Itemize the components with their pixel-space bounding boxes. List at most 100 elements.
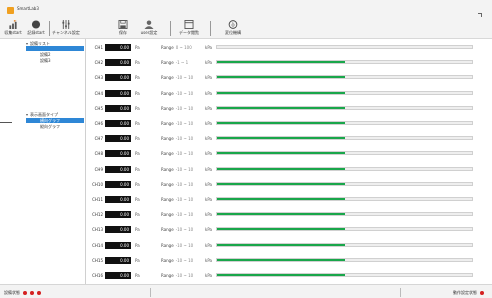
- tree-item-vertical-graph[interactable]: 縦向グラフ: [40, 124, 60, 130]
- channel-unit: Pa: [135, 60, 140, 66]
- channel-row: CH10 0.00 Pa Range -10 ~ 10 kPa: [87, 178, 492, 194]
- channel-value-display: 0.00: [105, 272, 131, 279]
- collect-start-label: 収集start: [4, 30, 22, 35]
- range-unit: kPa: [205, 273, 212, 278]
- range-value: -10 ~ 10: [175, 227, 194, 233]
- channel-unit: Pa: [135, 151, 140, 157]
- channel-level-fill: [217, 213, 345, 216]
- channel-level-bar: [216, 90, 473, 95]
- channel-row: CH14 0.00 Pa Range -10 ~ 10 kPa: [87, 239, 492, 255]
- channel-name: CH12: [92, 212, 103, 218]
- range-unit: kPa: [205, 151, 212, 157]
- channel-list: CH1 0.00 Pa Range 0 ~ 100 kPa CH2 0.00 Pa Range -1…: [87, 39, 492, 284]
- range-value: -10 ~ 10: [175, 212, 194, 218]
- displacement-button[interactable]: ò 変位機構: [218, 18, 248, 39]
- channel-value: 0.00: [120, 257, 129, 263]
- range-unit: kPa: [205, 136, 212, 142]
- toolbar-separator: [210, 21, 211, 36]
- channel-level-fill: [217, 258, 345, 261]
- range-value: -10 ~ 10: [175, 257, 194, 263]
- tree-item-device3[interactable]: 設備3: [40, 58, 51, 64]
- channel-range: Range -10 ~ 10: [161, 243, 193, 248]
- channel-range: Range -10 ~ 10: [161, 167, 193, 172]
- range-label: Range: [161, 121, 174, 126]
- restore-window-icon[interactable]: [478, 13, 482, 17]
- range-value: -10 ~ 10: [175, 151, 194, 157]
- channel-name: CH13: [92, 227, 103, 233]
- sidebar: ▾ 設備リスト 設備2 設備3 ▾ 表示画面タイプ 横向グラフ 縦向グラフ: [0, 39, 86, 284]
- range-unit: kPa: [205, 242, 212, 248]
- channel-value-display: 0.00: [105, 74, 131, 82]
- tree-item-device1[interactable]: [26, 46, 84, 51]
- range-value: -10 ~ 10: [175, 136, 194, 142]
- channel-value-display: 0.00: [105, 104, 131, 112]
- range-unit: kPa: [205, 197, 212, 202]
- range-label: Range: [161, 60, 174, 66]
- channel-name: CH8: [94, 151, 103, 157]
- channel-level-fill: [217, 152, 345, 155]
- channel-range: Range -10 ~ 10: [161, 197, 193, 202]
- channel-range: Range -10 ~ 10: [161, 258, 193, 263]
- status-dot-icon: [30, 290, 34, 295]
- channel-row: CH6 0.00 Pa Range -10 ~ 10 kPa: [87, 117, 492, 133]
- data-view-button[interactable]: データ閲覧: [172, 18, 206, 39]
- channel-level-bar: [216, 273, 473, 277]
- range-value: -10 ~ 10: [175, 197, 194, 202]
- channel-level-bar: [216, 257, 473, 262]
- channel-range: Range 0 ~ 100: [161, 45, 192, 50]
- channel-range: Range -10 ~ 10: [161, 212, 193, 217]
- channel-row: CH12 0.00 Pa Range -10 ~ 10 kPa: [87, 208, 492, 224]
- range-label: Range: [161, 227, 174, 233]
- channel-unit: Pa: [135, 105, 140, 111]
- displacement-icon: ò: [228, 20, 238, 29]
- user-icon: [144, 20, 154, 29]
- range-value: -10 ~ 10: [175, 273, 194, 278]
- channel-value-display: 0.00: [105, 180, 131, 188]
- tree-item-horizontal-graph[interactable]: 横向グラフ: [26, 118, 84, 123]
- channel-value-display: 0.00: [105, 241, 131, 249]
- range-value: -1 ~ 1: [175, 60, 189, 66]
- channel-level-fill: [217, 198, 345, 200]
- channel-row: CH11 0.00 Pa Range -10 ~ 10 kPa: [87, 193, 492, 209]
- channel-row: CH1 0.00 Pa Range 0 ~ 100 kPa: [87, 41, 492, 57]
- channel-name: CH16: [92, 273, 103, 278]
- channel-row: CH16 0.00 Pa Range -10 ~ 10 kPa: [87, 269, 492, 285]
- range-unit: kPa: [205, 212, 212, 218]
- range-unit: kPa: [205, 166, 212, 172]
- channel-level-bar: [216, 181, 473, 186]
- channel-value: 0.00: [120, 197, 129, 202]
- range-label: Range: [161, 136, 174, 142]
- channel-name: CH15: [92, 257, 103, 263]
- channel-value: 0.00: [120, 136, 129, 142]
- channel-unit: Pa: [135, 257, 140, 263]
- record-start-button[interactable]: 記録start: [24, 18, 48, 39]
- save-button[interactable]: 保存: [112, 18, 134, 39]
- channel-level-fill: [217, 182, 345, 185]
- channel-value-display: 0.00: [105, 196, 131, 203]
- range-unit: kPa: [205, 60, 212, 66]
- user-settings-button[interactable]: user設定: [134, 18, 164, 39]
- range-label: Range: [161, 105, 174, 111]
- channel-level-fill: [217, 274, 345, 276]
- channel-value: 0.00: [120, 242, 129, 248]
- channel-range: Range -10 ~ 10: [161, 227, 193, 232]
- channel-level-fill: [217, 61, 345, 64]
- range-unit: kPa: [205, 105, 212, 111]
- collect-start-button[interactable]: 収集start: [2, 18, 24, 39]
- channel-name: CH3: [94, 75, 103, 81]
- channel-name: CH4: [94, 90, 103, 96]
- channel-level-bar: [216, 227, 473, 232]
- channel-name: CH7: [94, 136, 103, 142]
- channel-unit: Pa: [135, 197, 140, 202]
- annotation-pointer-line: [0, 122, 12, 123]
- status-separator: [150, 288, 151, 297]
- window-title: SmartLab3: [17, 6, 39, 11]
- device-status-label: 設備状態: [4, 290, 20, 295]
- channel-settings-button[interactable]: チャンネル設定: [50, 18, 82, 39]
- range-label: Range: [161, 166, 174, 172]
- range-value: -10 ~ 10: [175, 242, 194, 248]
- channel-unit: Pa: [135, 181, 140, 187]
- channel-level-bar: [216, 136, 473, 141]
- toolbar-separator: [170, 21, 171, 36]
- range-value: -10 ~ 10: [175, 105, 194, 111]
